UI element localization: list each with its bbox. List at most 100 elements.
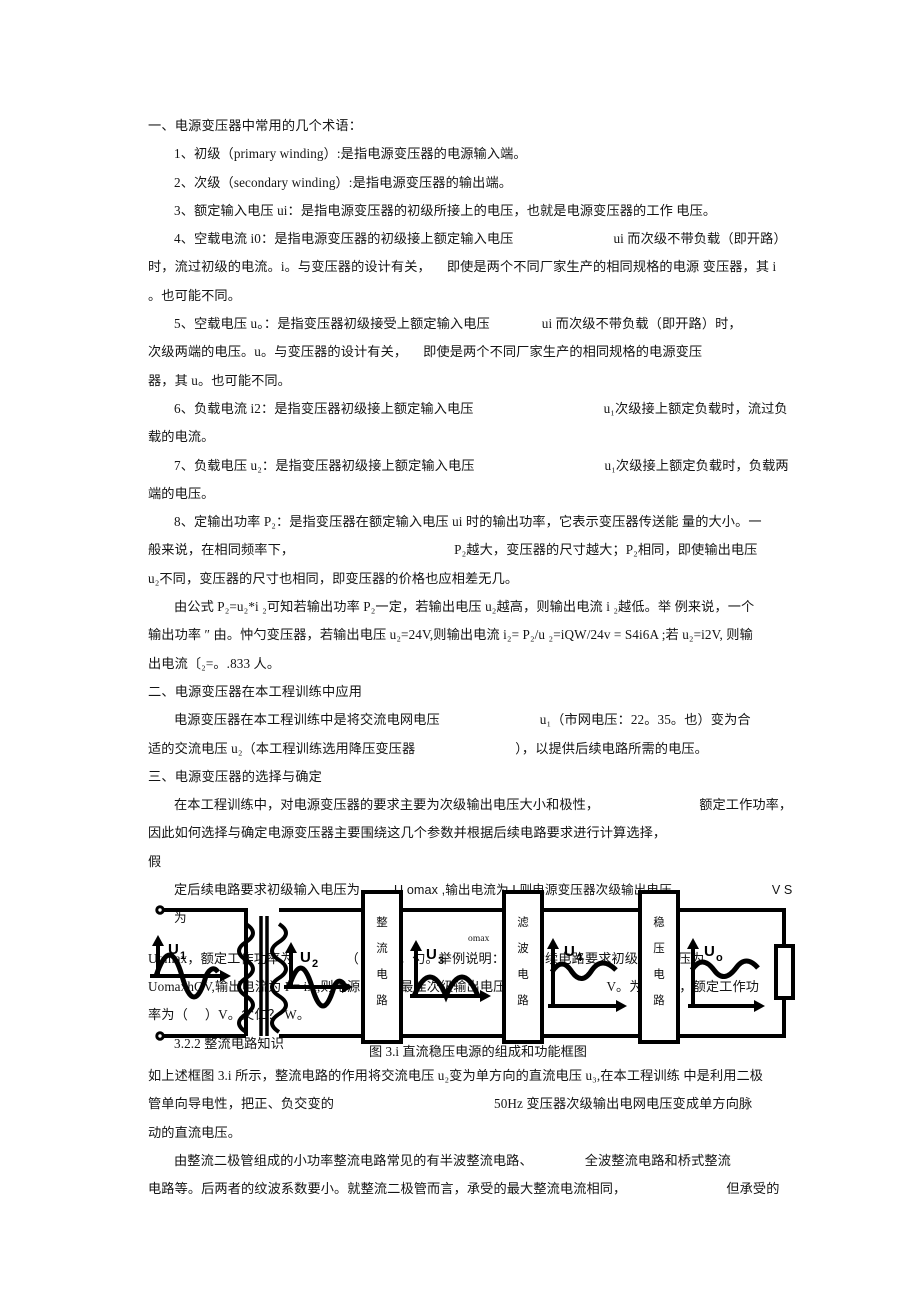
section-heading-1: 一、电源变压器中常用的几个术语：: [148, 118, 363, 133]
document-page: 一、电源变压器中常用的几个术语： 1、初级（primary winding）:是…: [0, 0, 920, 1303]
waveform-u3-label: U: [426, 946, 437, 963]
waveform-u3: [410, 940, 491, 1003]
paragraph-after-line3: 动的直流电压。: [148, 1124, 242, 1140]
paragraph-u0-line1: 5、空载电压 u。：是指变压器初级接受上额定输入电压 ui 而次级不带负载（即开路…: [148, 310, 808, 338]
waveform-u3-sub: 3: [438, 955, 444, 967]
paragraph-u0-line2-b: 即使是两个不同厂家生产的相同规格的电源变压: [423, 344, 703, 360]
svg-text:电: 电: [376, 968, 388, 981]
waveform-u2-label: U: [300, 949, 311, 966]
paragraph-i0-line3: 。也可能不同。: [148, 287, 242, 303]
svg-text:稳: 稳: [653, 915, 665, 929]
svg-text:整: 整: [376, 915, 388, 929]
svg-text:滤: 滤: [517, 916, 529, 929]
paragraph-formula-line1: 由公式 P₂=u₂*i ₂可知若输出功率 P₂一定，若输出电压 u₂越高，则输出…: [174, 599, 755, 615]
document-body-after-figure: 如上述框图 3.i 所示，整流电路的作用将交流电压 u₂变为单方向的直流电压 u…: [148, 1062, 820, 1203]
paragraph-i0-line2-b: 即使是两个不同厂家生产的相同规格的电源 变压器，其 i: [446, 259, 777, 275]
paragraph-i2-line2: 载的电流。: [148, 429, 215, 445]
paragraph-after-line2: 管单向导电性，把正、负交变的 50Hz 变压器次级输出电网电压变成单方向脉: [148, 1090, 820, 1118]
paragraph-u0-line1-a: 5、空载电压 u。：是指变压器初级接受上额定输入电压: [174, 316, 490, 332]
waveform-uo: [687, 938, 765, 1012]
svg-text:路: 路: [653, 993, 665, 1007]
svg-text:波: 波: [517, 942, 529, 955]
paragraph-u0-line2: 次级两端的电压。u。与变压器的设计有关， 即使是两个不同厂家生产的相同规格的电源变…: [148, 338, 808, 366]
paragraph-p2-line2: 般来说，在相同频率下， P₂越大，变压器的尺寸越大；P₂相同，即使输出电压: [148, 536, 808, 564]
paragraph-i0-line1: 4、空载电流 i0：是指电源变压器的初级接上额定输入电压 ui 而次级不带负载（即…: [148, 225, 808, 253]
paragraph-sel-line2-b: 假: [148, 853, 162, 869]
paragraph-i0-line1-a: 4、空载电流 i0：是指电源变压器的初级接上额定输入电压: [174, 231, 514, 247]
paragraph-formula-line3: 出电流〔₂=。.833 人。: [148, 655, 281, 671]
transformer-secondary-coil: [270, 922, 288, 1034]
svg-text:路: 路: [517, 993, 529, 1007]
paragraph-u2-line2: 端的电压。: [148, 485, 215, 501]
svg-text:压: 压: [653, 942, 665, 955]
paragraph-app-line2-a: 适的交流电压 u₂（本工程训练选用降压变压器: [148, 740, 416, 756]
paragraph-app-line1-a: 电源变压器在本工程训练中是将交流电网电压: [174, 712, 440, 728]
block-filter: [502, 890, 544, 1044]
waveform-u1: [150, 935, 231, 1000]
term-item-2: 2、次级（secondary winding）:是指电源变压器的输出端。: [174, 174, 513, 190]
term-item-3: 3、额定输入电压 ui：是指电源变压器的初级所接上的电压，也就是电源变压器的工作…: [174, 202, 717, 218]
load-resistor: [774, 944, 795, 1000]
section-heading-3: 三、电源变压器的选择与确定: [148, 768, 323, 784]
paragraph-app-line1-b: u₁（市网电压：22。35。也）变为合: [539, 712, 751, 728]
paragraph-p2-line2-a: 般来说，在相同频率下，: [148, 542, 295, 558]
transformer-primary-coil: [237, 922, 255, 1034]
waveform-u4-sub: 4: [576, 952, 583, 964]
input-terminal-bottom: [155, 1031, 165, 1041]
paragraph-i0-line1-b: ui 而次级不带负载（即开路）: [613, 231, 787, 247]
paragraph-after-line5: 电路等。后两者的纹波系数要小。就整流二极管而言，承受的最大整流电流相同， 但承受的: [148, 1175, 820, 1203]
svg-text:路: 路: [376, 993, 388, 1007]
paragraph-after-line5-b: 但承受的: [726, 1181, 780, 1197]
paragraph-after-line2-b: 50Hz 变压器次级输出电网电压变成单方向脉: [494, 1096, 753, 1112]
figure-caption: 图 3.i 直流稳压电源的组成和功能框图: [369, 1044, 587, 1059]
paragraph-after-line4: 由整流二极管组成的小功率整流电路常见的有半波整流电路、 全波整流电路和桥式整流: [148, 1147, 820, 1175]
paragraph-u2-line1: 7、负载电压 u₂：是指变压器初级接上额定输入电压 u₁次级接上额定负载时，负载两: [148, 452, 808, 480]
paragraph-after-line1: 如上述框图 3.i 所示，整流电路的作用将交流电压 u₂变为单方向的直流电压 u…: [148, 1068, 764, 1083]
waveform-u4-label: U: [564, 943, 575, 960]
waveform-uo-sub: o: [716, 952, 723, 964]
svg-text:电: 电: [517, 968, 529, 981]
paragraph-i0-line2: 时，流过初级的电流。i。与变压器的设计有关， 即使是两个不同厂家生产的相同规格的电…: [148, 253, 808, 281]
paragraph-i2-line1: 6、负载电流 i2：是指变压器初级接上额定输入电压 u₁次级接上额定负载时，流过负: [148, 395, 808, 423]
paragraph-p2-line2-b: P₂越大，变压器的尺寸越大；P₂相同，即使输出电压: [454, 542, 758, 558]
svg-text:流: 流: [376, 941, 388, 955]
paragraph-i0-line2-a: 时，流过初级的电流。i。与变压器的设计有关，: [148, 259, 431, 275]
waveform-u1-label: U: [168, 941, 179, 958]
paragraph-u2-line1-a: 7、负载电压 u₂：是指变压器初级接上额定输入电压: [174, 457, 475, 473]
paragraph-sel-line1-a: 在本工程训练中，对电源变压器的要求主要为次级输出电压大小和极性，: [174, 797, 600, 813]
paragraph-sel-line2: 因此如何选择与确定电源变压器主要围绕这几个参数并根据后续电路要求进行计算选择， 假: [148, 819, 808, 876]
paragraph-app-line1: 电源变压器在本工程训练中是将交流电网电压 u₁（市网电压：22。35。也）变为合: [148, 706, 808, 734]
paragraph-p2-line3: u₂不同，变压器的尺寸也相同，即变压器的价格也应相差无几。: [148, 570, 519, 586]
term-item-1: 1、初级（primary winding）:是指电源变压器的电源输入端。: [174, 146, 527, 162]
waveform-uo-label: U: [704, 943, 715, 960]
paragraph-i2-line1-b: u₁次级接上额定负载时，流过负: [603, 400, 788, 416]
paragraph-after-line4-a: 由整流二极管组成的小功率整流电路常见的有半波整流电路、: [174, 1152, 533, 1168]
paragraph-after-line4-b: 全波整流电路和桥式整流: [584, 1152, 731, 1168]
paragraph-u0-line2-a: 次级两端的电压。u。与变压器的设计有关，: [148, 344, 408, 360]
paragraph-u0-line1-b: ui 而次级不带负载（即开路）时，: [541, 316, 742, 332]
section-heading-2: 二、电源变压器在本工程训练中应用: [148, 683, 363, 699]
paragraph-sel-line2-a: 因此如何选择与确定电源变压器主要围绕这几个参数并根据后续电路要求进行计算选择，: [148, 825, 667, 841]
waveform-u2: [284, 942, 353, 1009]
primary-top-wire: [160, 908, 248, 1036]
paragraph-app-line2: 适的交流电压 u₂（本工程训练选用降压变压器 ），以提供后续电路所需的电压。: [148, 735, 808, 763]
waveform-u2-sub: 2: [312, 958, 318, 970]
waveform-u4: [547, 938, 627, 1012]
paragraph-after-line2-a: 管单向导电性，把正、负交变的: [148, 1096, 335, 1112]
paragraph-u2-line1-b: u₁次级接上额定负载时，负载两: [604, 457, 789, 473]
paragraph-formula-line2: 输出功率 ″ 由。忡勺变压器，若输出电压 u₂=24V,则输出电流 i₂= P₂…: [148, 627, 753, 643]
paragraph-sel-line1: 在本工程训练中，对电源变压器的要求主要为次级输出电压大小和极性， 额定工作功率，: [148, 791, 808, 819]
power-supply-block-diagram: 整 流 电 路 滤 波 电 路 稳 压 电 路 U 1 U 2 U 3 U 4 …: [148, 884, 808, 1044]
paragraph-p2-line1: 8、定输出功率 P₂：是指变压器在额定输入电压 ui 时的输出功率，它表示变压器…: [174, 514, 762, 530]
block-diagram-svg: 整 流 电 路 滤 波 电 路 稳 压 电 路 U 1 U 2 U 3 U 4 …: [150, 890, 795, 1044]
paragraph-u0-line3: 器，其 u。也可能不同。: [148, 372, 291, 388]
input-terminal-top: [155, 905, 165, 915]
block-regulator: [638, 890, 680, 1044]
paragraph-sel-line1-b: 额定工作功率，: [699, 797, 793, 813]
paragraph-app-line2-b: ），以提供后续电路所需的电压。: [515, 740, 708, 756]
waveform-u1-sub: 1: [180, 950, 186, 962]
block-rectifier: [361, 890, 403, 1044]
svg-text:电: 电: [653, 968, 665, 981]
paragraph-i2-line1-a: 6、负载电流 i2：是指变压器初级接上额定输入电压: [174, 400, 474, 416]
paragraph-after-line5-a: 电路等。后两者的纹波系数要小。就整流二极管而言，承受的最大整流电流相同，: [148, 1181, 627, 1197]
